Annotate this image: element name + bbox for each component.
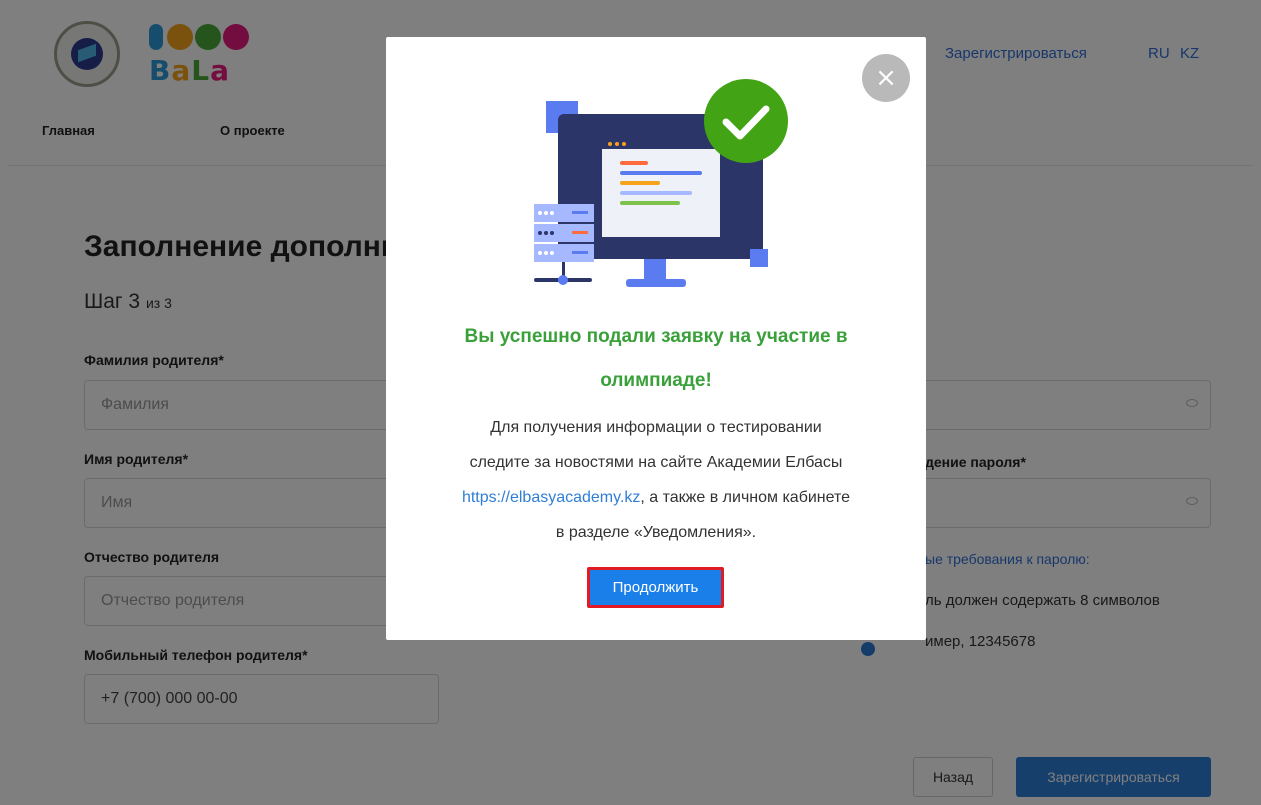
check-badge-icon [704,79,788,163]
modal-title-line1: Вы успешно подали заявку на участие в [464,326,848,347]
modal-text-line2: следите за новостями на сайте Академии Е… [469,454,843,471]
modal-title-line2: олимпиаде! [600,370,712,391]
modal-text-line4: в разделе «Уведомления». [555,524,757,541]
modal-text: Для получения информации о тестировании … [406,410,906,550]
academy-website-link[interactable]: https://elbasyacademy.kz [462,489,640,506]
modal-text-line3: https://elbasyacademy.kz, а также в личн… [406,480,906,515]
modal-text-line1: Для получения информации о тестировании [490,419,822,436]
modal-text-line3-suffix: , а также в личном кабинете [640,489,851,506]
server-icon [534,204,594,285]
decor-square-bottom [750,249,768,267]
modal-title: Вы успешно подали заявку на участие в ол… [406,315,906,403]
success-modal: × Вы успешно подали заявку на участие в … [386,37,926,640]
continue-button[interactable]: Продолжить [587,567,724,608]
close-icon[interactable]: × [862,54,910,102]
success-illustration [534,79,788,287]
